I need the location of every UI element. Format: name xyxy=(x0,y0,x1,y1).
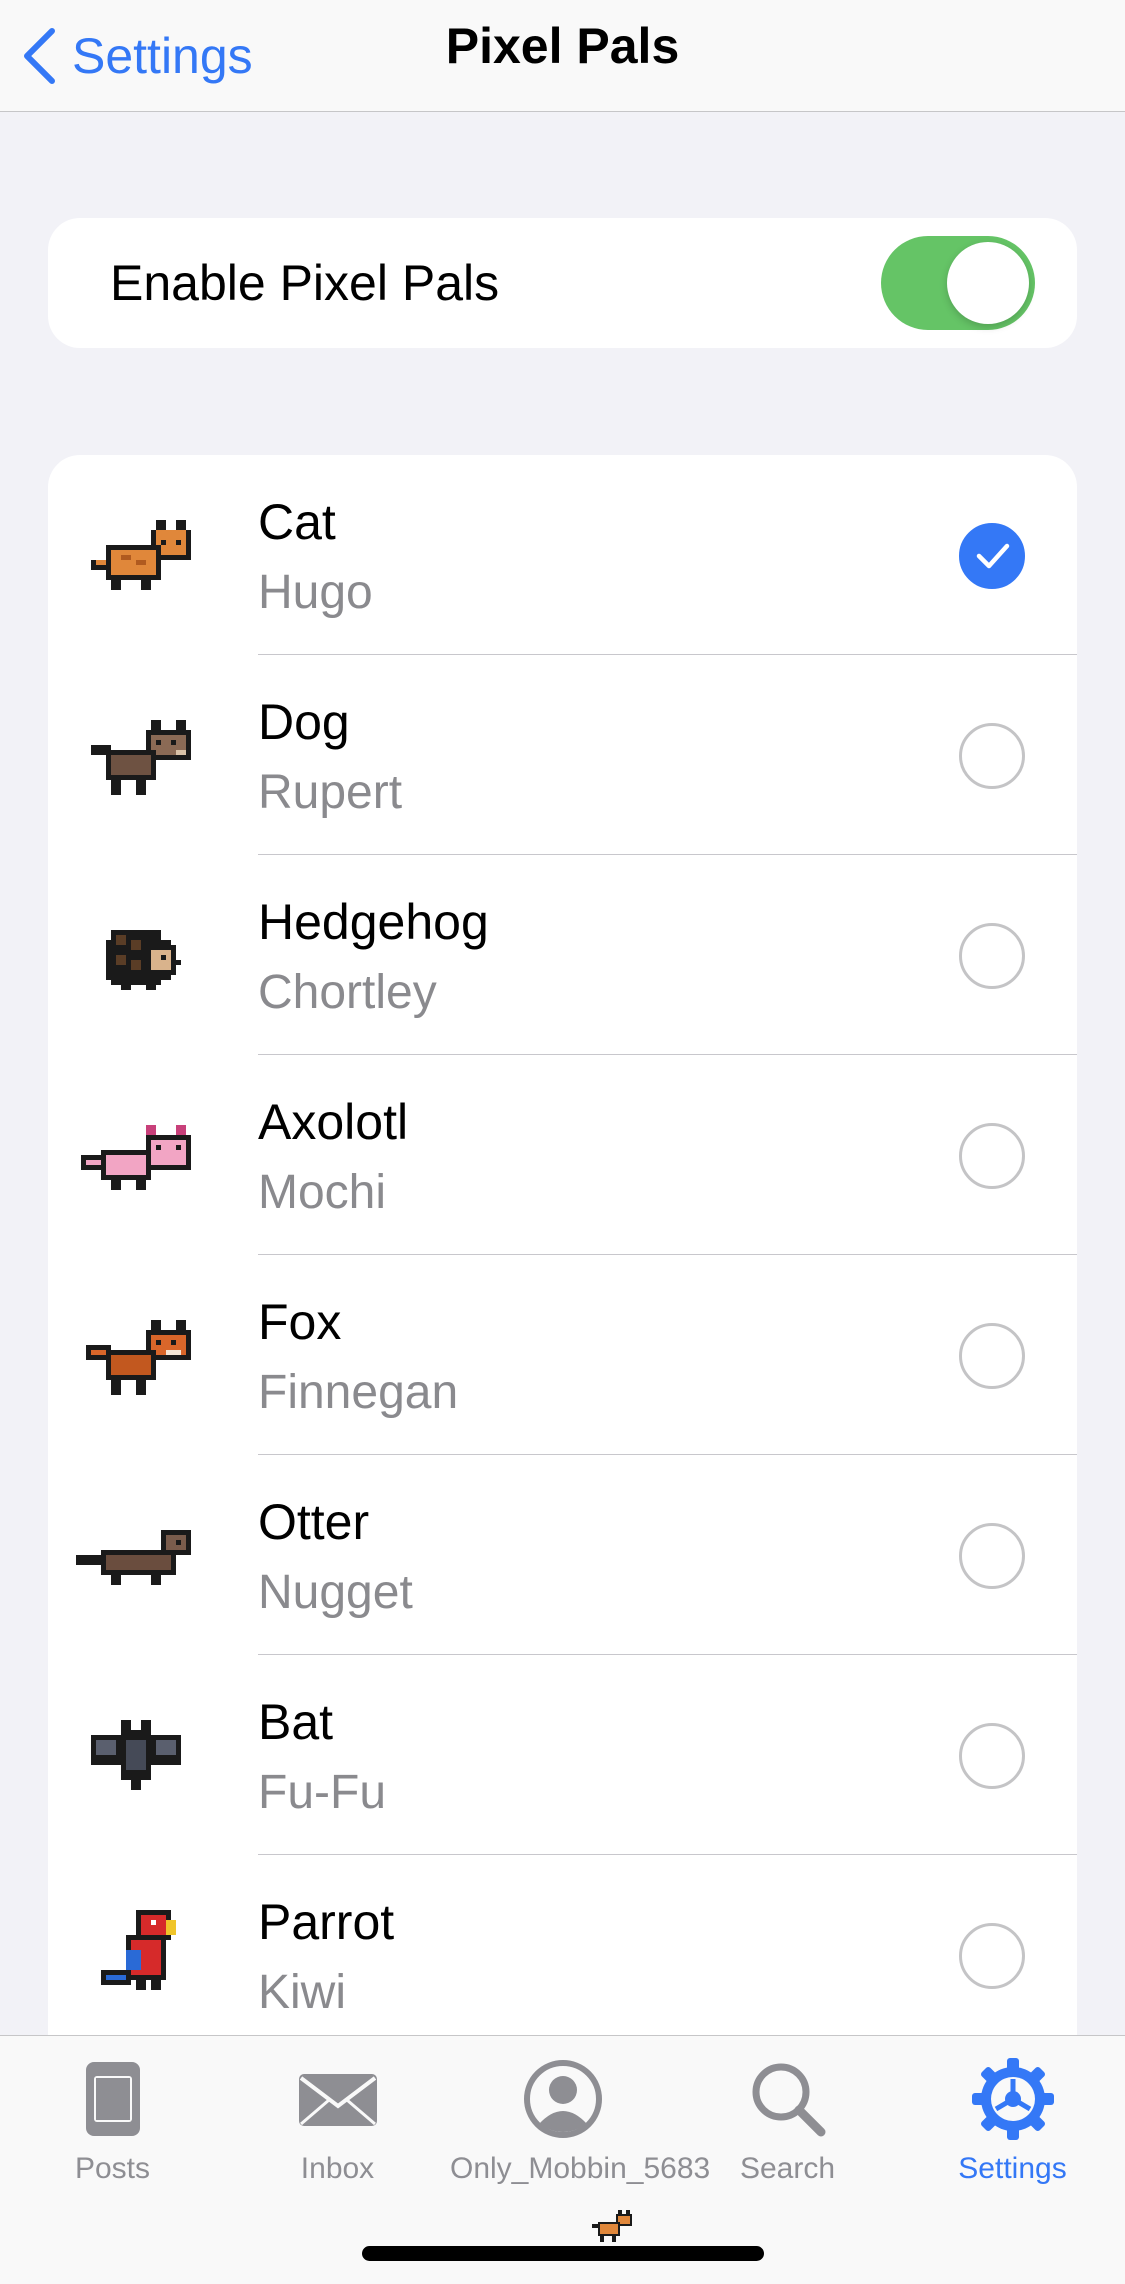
pal-species: Axolotl xyxy=(258,1094,409,1150)
select-radio[interactable] xyxy=(959,1523,1025,1589)
cat-pal-mini-icon xyxy=(592,2210,632,2242)
tab-label: Settings xyxy=(958,2152,1067,2185)
pal-row-cat[interactable]: Cat Hugo xyxy=(48,455,1077,655)
enable-card: Enable Pixel Pals xyxy=(48,218,1077,348)
pal-row-parrot[interactable]: Parrot Kiwi xyxy=(48,1855,1077,2055)
pal-row-dog[interactable]: Dog Rupert xyxy=(48,655,1077,855)
tab-search[interactable]: Search xyxy=(675,2054,900,2186)
navigation-bar: Settings Pixel Pals xyxy=(0,0,1125,112)
pal-name: Rupert xyxy=(258,766,403,819)
fox-sprite xyxy=(86,1320,191,1395)
select-radio[interactable] xyxy=(959,1723,1025,1789)
tab-label: Posts xyxy=(74,2152,151,2185)
profile-icon xyxy=(523,2060,602,2138)
hedgehog-sprite xyxy=(106,930,181,990)
tab-settings[interactable]: Settings xyxy=(900,2054,1125,2186)
select-radio[interactable] xyxy=(959,923,1025,989)
pal-species: Dog xyxy=(258,694,350,750)
select-radio[interactable] xyxy=(959,1123,1025,1189)
pal-row-bat[interactable]: Bat Fu-Fu xyxy=(48,1655,1077,1855)
pal-species: Bat xyxy=(258,1694,334,1750)
toggle-knob xyxy=(947,242,1029,324)
pal-species: Otter xyxy=(258,1494,370,1550)
pal-row-fox[interactable]: Fox Finnegan xyxy=(48,1255,1077,1455)
select-radio[interactable] xyxy=(959,1323,1025,1389)
pal-list: Cat Hugo Dog Rupert Hedgehog Chortley Ax… xyxy=(48,455,1077,2055)
pal-name: Finnegan xyxy=(258,1366,459,1419)
pal-row-otter[interactable]: Otter Nugget xyxy=(48,1455,1077,1655)
cat-sprite xyxy=(91,520,191,590)
pal-species: Fox xyxy=(258,1294,342,1350)
tab-inbox[interactable]: Inbox xyxy=(225,2054,450,2186)
tab-label: Only_Mobbin_5683 xyxy=(450,2152,711,2185)
tab-label: Search xyxy=(739,2152,836,2185)
home-indicator xyxy=(362,2246,764,2261)
pal-row-hedgehog[interactable]: Hedgehog Chortley xyxy=(48,855,1077,1055)
pal-row-axolotl[interactable]: Axolotl Mochi xyxy=(48,1055,1077,1255)
otter-sprite xyxy=(76,1530,191,1585)
checkmark-icon xyxy=(976,543,1010,569)
tab-posts[interactable]: Posts xyxy=(0,2054,225,2186)
tab-profile[interactable]: Only_Mobbin_5683 xyxy=(450,2054,711,2186)
pal-name: Kiwi xyxy=(258,1966,347,2019)
page-title: Pixel Pals xyxy=(445,18,680,74)
dog-sprite xyxy=(91,720,191,795)
pal-species: Hedgehog xyxy=(258,894,489,950)
parrot-sprite xyxy=(101,1910,176,1990)
enable-toggle[interactable] xyxy=(881,236,1035,330)
pal-name: Mochi xyxy=(258,1166,387,1219)
pal-species: Parrot xyxy=(258,1894,395,1950)
pal-species: Cat xyxy=(258,494,336,550)
pal-name: Fu-Fu xyxy=(258,1766,387,1819)
pal-name: Hugo xyxy=(258,566,373,619)
pal-name: Chortley xyxy=(258,966,437,1019)
search-icon xyxy=(752,2063,825,2137)
tab-label: Inbox xyxy=(300,2152,375,2185)
envelope-icon xyxy=(298,2074,377,2126)
selected-checkmark[interactable] xyxy=(959,523,1025,589)
axolotl-sprite xyxy=(81,1125,191,1190)
bat-sprite xyxy=(91,1720,181,1790)
posts-icon xyxy=(85,2062,140,2136)
select-radio[interactable] xyxy=(959,1923,1025,1989)
pal-name: Nugget xyxy=(258,1566,413,1619)
select-radio[interactable] xyxy=(959,723,1025,789)
gear-icon xyxy=(971,2058,1054,2140)
enable-label: Enable Pixel Pals xyxy=(110,255,500,311)
